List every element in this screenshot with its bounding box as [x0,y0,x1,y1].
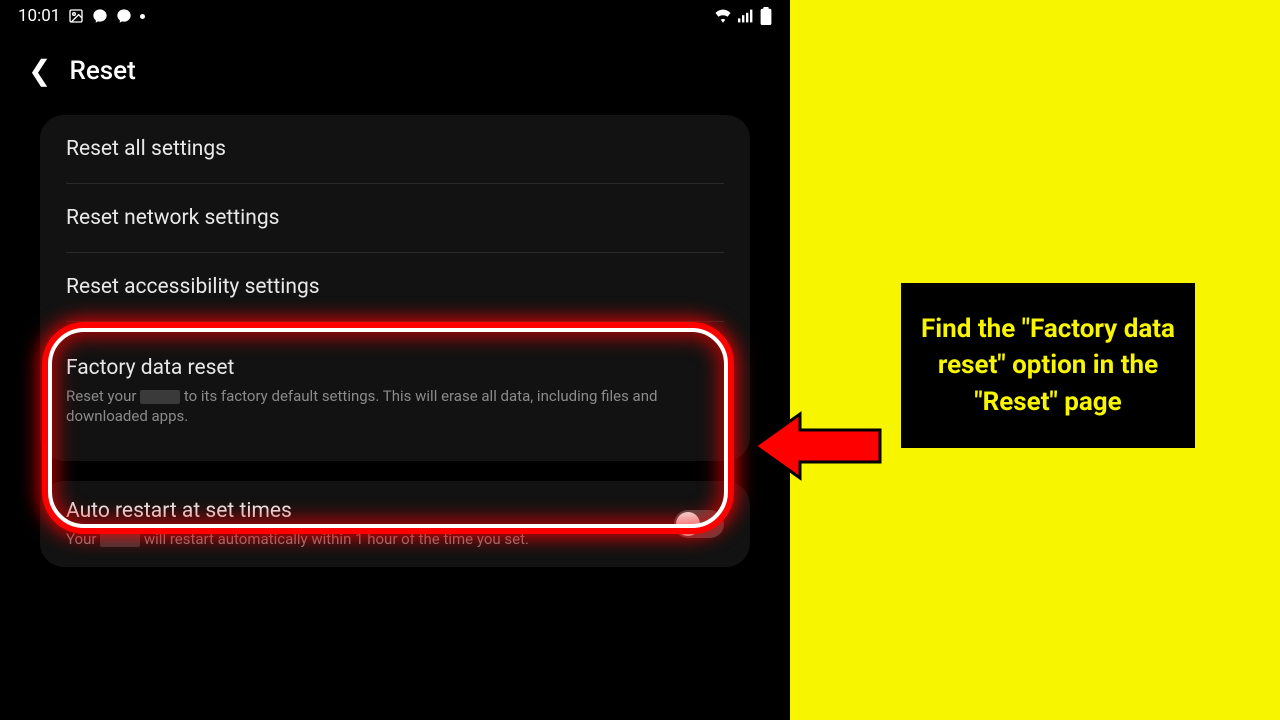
auto-restart-subtitle: Your will restart automatically within 1… [66,529,674,549]
redacted-text [140,390,180,404]
callout-text: Find the "Factory data reset" option in … [921,314,1175,417]
battery-icon [760,7,772,25]
status-time: 10:01 [18,6,60,26]
toggle-knob [676,512,700,536]
redacted-text [100,533,140,547]
reset-all-settings-item[interactable]: Reset all settings [66,115,724,184]
auto-restart-card: Auto restart at set times Your will rest… [40,481,750,567]
item-subtitle: Reset your to its factory default settin… [66,386,724,427]
item-title: Reset network settings [66,206,724,230]
messenger-icon-2 [116,8,132,24]
page-header: ❮ Reset [0,26,790,115]
wifi-icon [714,9,732,23]
reset-options-card: Reset all settings Reset network setting… [40,115,750,461]
reset-network-settings-item[interactable]: Reset network settings [66,184,724,253]
signal-icon [738,9,754,23]
back-icon[interactable]: ❮ [28,54,51,87]
status-bar: 10:01 [0,0,790,26]
auto-restart-title: Auto restart at set times [66,499,674,523]
factory-data-reset-item[interactable]: Factory data reset Reset your to its fac… [66,336,724,461]
dot-icon [140,14,145,19]
item-title: Reset all settings [66,137,724,161]
gallery-icon [68,8,84,24]
messenger-icon [92,8,108,24]
item-title: Factory data reset [66,356,724,380]
auto-restart-toggle[interactable] [674,510,724,538]
page-title: Reset [69,56,135,86]
item-title: Reset accessibility settings [66,275,724,299]
arrow-annotation [755,406,885,490]
phone-screenshot-panel: 10:01 ❮ Reset [0,0,790,720]
instruction-callout: Find the "Factory data reset" option in … [898,280,1198,451]
reset-accessibility-settings-item[interactable]: Reset accessibility settings [66,253,724,322]
